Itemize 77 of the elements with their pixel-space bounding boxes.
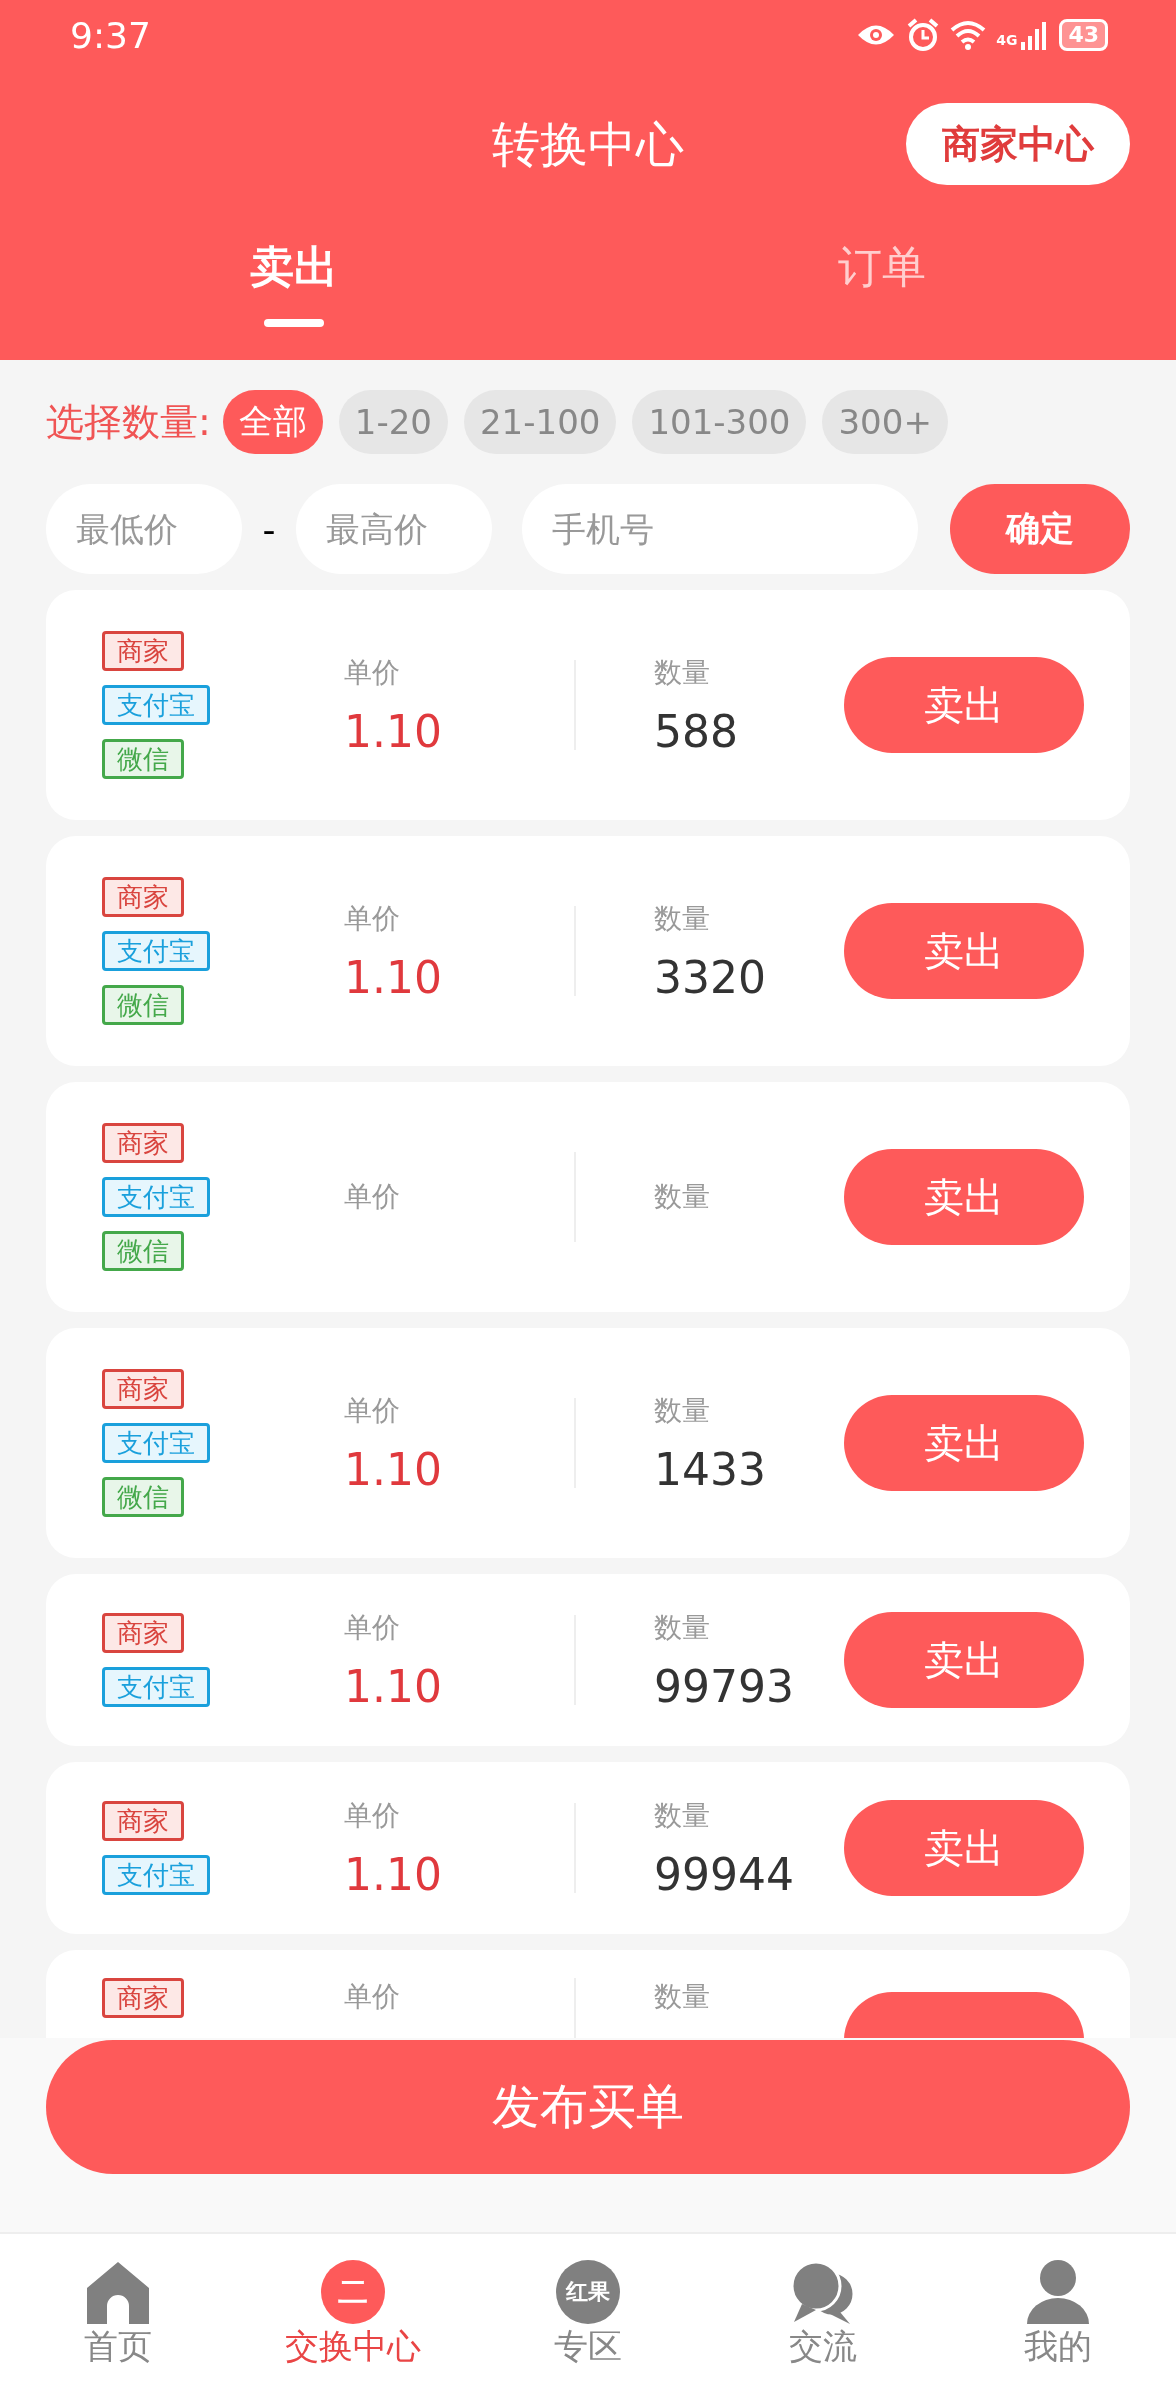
network-type: 4G bbox=[996, 32, 1018, 48]
quantity-value: 588 bbox=[654, 705, 739, 757]
home-icon bbox=[84, 2260, 151, 2324]
quantity-label: 数量 bbox=[654, 1392, 711, 1429]
alarm-icon bbox=[906, 18, 941, 52]
filter-label: 选择数量: bbox=[46, 398, 211, 446]
quantity-value: 99793 bbox=[654, 1660, 795, 1712]
nav-tab[interactable]: 红果 专区 bbox=[470, 2234, 706, 2400]
publish-buy-order-button[interactable]: 发布买单 bbox=[46, 2040, 1130, 2174]
tab[interactable]: 卖出 bbox=[0, 220, 588, 360]
sell-button[interactable]: 卖出 bbox=[844, 1395, 1084, 1491]
payment-tag: 微信 bbox=[102, 1477, 184, 1517]
payment-tag: 商家 bbox=[102, 631, 184, 671]
quantity-value: 1433 bbox=[654, 1443, 767, 1495]
payment-tag: 微信 bbox=[102, 1231, 184, 1271]
payment-tag: 支付宝 bbox=[102, 1855, 210, 1895]
payment-tag: 支付宝 bbox=[102, 685, 210, 725]
payment-tag: 商家 bbox=[102, 1613, 184, 1653]
quantity-chip[interactable]: 101-300 bbox=[632, 390, 807, 454]
wifi-icon bbox=[950, 20, 987, 50]
user-icon bbox=[1025, 2260, 1092, 2324]
quantity-chip[interactable]: 1-20 bbox=[338, 390, 448, 454]
payment-tag: 微信 bbox=[102, 985, 184, 1025]
quantity-value: 99944 bbox=[654, 1848, 795, 1900]
payment-tag: 商家 bbox=[102, 1369, 184, 1409]
clock-time: 9:37 bbox=[70, 14, 151, 56]
quantity-label: 数量 bbox=[654, 900, 711, 937]
quantity-value: 3320 bbox=[654, 951, 767, 1003]
sell-button[interactable]: 卖出 bbox=[844, 657, 1084, 753]
sell-button[interactable]: 卖出 bbox=[844, 1149, 1084, 1245]
phone-field[interactable]: 手机号 bbox=[522, 484, 918, 574]
payment-tag: 微信 bbox=[102, 739, 184, 779]
unit-price: 1.10 bbox=[344, 951, 443, 1003]
sell-button[interactable]: 卖出 bbox=[844, 903, 1084, 999]
unit-price: 1.10 bbox=[344, 1443, 443, 1495]
nav-tab[interactable]: 交流 bbox=[705, 2234, 941, 2400]
quantity-label: 数量 bbox=[654, 1609, 711, 1646]
payment-tag: 商家 bbox=[102, 1801, 184, 1841]
page-title: 转换中心 bbox=[492, 115, 684, 174]
payment-tag: 支付宝 bbox=[102, 1423, 210, 1463]
price-label: 单价 bbox=[344, 1609, 401, 1646]
quantity-label: 数量 bbox=[654, 1797, 711, 1834]
battery-level: 43 bbox=[1059, 19, 1108, 51]
price-label: 单价 bbox=[344, 1797, 401, 1834]
payment-tag: 商家 bbox=[102, 1978, 184, 2018]
quantity-chip[interactable]: 300+ bbox=[822, 390, 948, 454]
quantity-label: 数量 bbox=[654, 1179, 711, 1215]
badge-icon: 二 bbox=[320, 2260, 385, 2324]
price-label: 单价 bbox=[344, 1179, 401, 1215]
price-label: 单价 bbox=[344, 654, 401, 691]
quantity-chip[interactable]: 21-100 bbox=[464, 390, 617, 454]
payment-tag: 支付宝 bbox=[102, 931, 210, 971]
price-label: 单价 bbox=[344, 1392, 401, 1429]
unit-price: 1.10 bbox=[344, 705, 443, 757]
sell-button[interactable]: 卖出 bbox=[844, 1612, 1084, 1708]
quantity-label: 数量 bbox=[654, 1979, 711, 2015]
confirm-button[interactable]: 确定 bbox=[950, 484, 1130, 574]
nav-tab[interactable]: 首页 bbox=[0, 2234, 236, 2400]
min-price-field[interactable]: 最低价 bbox=[46, 484, 242, 574]
payment-tag: 支付宝 bbox=[102, 1667, 210, 1707]
price-label: 单价 bbox=[344, 1979, 401, 2015]
nav-tab[interactable]: 我的 bbox=[940, 2234, 1176, 2400]
sell-button[interactable]: 卖出 bbox=[844, 1800, 1084, 1896]
max-price-field[interactable]: 最高价 bbox=[296, 484, 492, 574]
price-label: 单价 bbox=[344, 900, 401, 937]
payment-tag: 支付宝 bbox=[102, 1177, 210, 1217]
unit-price: 1.10 bbox=[344, 1660, 443, 1712]
merchant-center-button[interactable]: 商家中心 bbox=[906, 103, 1130, 185]
unit-price: 1.10 bbox=[344, 1848, 443, 1900]
nav-tab[interactable]: 二 交换中心 bbox=[235, 2234, 471, 2400]
quantity-label: 数量 bbox=[654, 654, 711, 691]
tab[interactable]: 订单 bbox=[588, 220, 1176, 360]
range-separator: - bbox=[261, 508, 277, 550]
payment-tag: 商家 bbox=[102, 877, 184, 917]
payment-tag: 商家 bbox=[102, 1123, 184, 1163]
quantity-chip[interactable]: 全部 bbox=[222, 390, 323, 454]
badge-icon: 红果 bbox=[556, 2260, 620, 2324]
